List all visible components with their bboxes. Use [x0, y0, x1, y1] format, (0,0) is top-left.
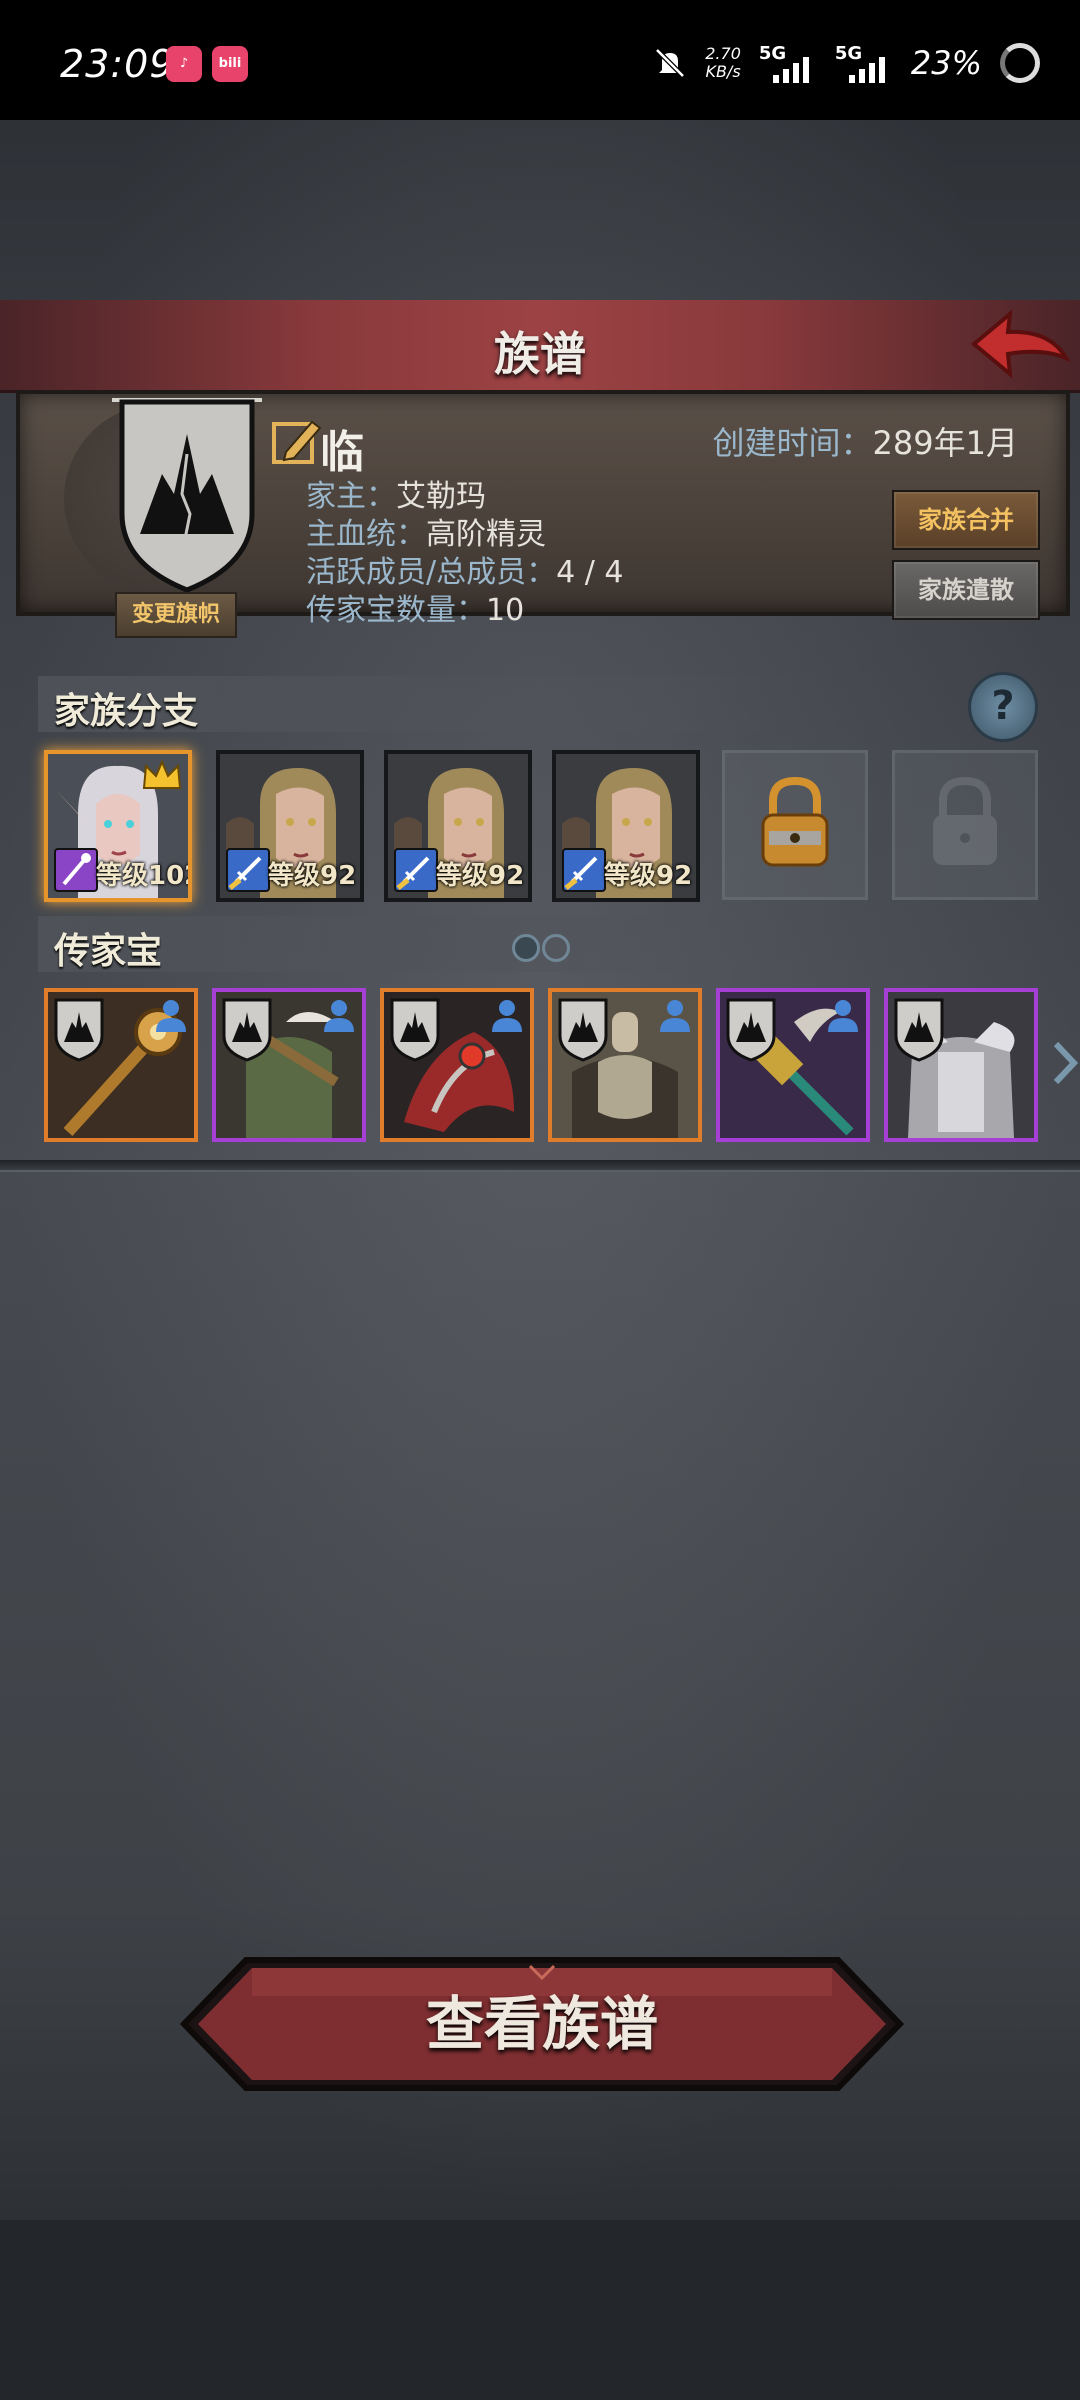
member-level: 等级92 — [604, 861, 693, 891]
family-shield-icon — [222, 998, 272, 1062]
equipped-person-icon — [828, 1000, 858, 1032]
bottom-frame — [0, 2220, 1080, 2400]
member-level: 等级92 — [268, 861, 357, 891]
member-slot[interactable]: 等级92 — [552, 750, 700, 902]
branches-title: 家族分支 — [54, 691, 199, 732]
view-family-tree-button[interactable] — [180, 1956, 904, 2092]
battery-ring-icon — [1000, 43, 1040, 83]
grey-lock-icon — [933, 776, 997, 865]
staff-class-icon — [54, 848, 98, 892]
family-merge-button[interactable]: 家族合并 — [892, 490, 1040, 550]
equipped-person-icon — [156, 1000, 186, 1032]
member-level: 等级102 — [96, 861, 192, 891]
family-shield-icon — [54, 998, 104, 1062]
signal-sim2: 5G — [835, 43, 893, 83]
signal-bars-icon — [848, 57, 885, 83]
locked-slot[interactable] — [892, 750, 1038, 900]
member-slot[interactable]: 等级92 — [384, 750, 532, 902]
edit-name-icon[interactable] — [268, 414, 324, 470]
signal-sim1: 5G — [759, 43, 817, 83]
bilibili-app-icon: bili — [212, 46, 248, 82]
heirloom-hammer[interactable] — [716, 988, 870, 1142]
sword-class-icon — [562, 848, 606, 892]
family-name: 临 — [320, 427, 364, 478]
back-arrow-icon[interactable] — [970, 308, 1070, 384]
status-bar: 23:09 ♪ bili 2.70 KB/s 5G 5G 23% — [0, 0, 1080, 120]
heirloom-cloak[interactable] — [212, 988, 366, 1142]
equipped-person-icon — [492, 1000, 522, 1032]
family-head-line: 家主：艾勒玛 — [306, 479, 486, 514]
family-shield-icon — [726, 998, 776, 1062]
member-slot-leader[interactable]: 等级102 — [44, 750, 192, 902]
section-divider — [0, 1160, 1080, 1172]
heirloom-plate-armor[interactable] — [884, 988, 1038, 1142]
family-details: 家主：艾勒玛 主血统：高阶精灵 活跃成员/总成员：4 / 4 传家宝数量：10 — [306, 478, 623, 630]
crown-icon — [142, 760, 182, 789]
equipped-person-icon — [660, 1000, 690, 1032]
page-dot-active[interactable] — [512, 934, 540, 962]
member-slot[interactable]: 等级92 — [216, 750, 364, 902]
locked-slot-unlockable[interactable] — [722, 750, 868, 900]
family-shield-icon — [390, 998, 440, 1062]
family-disband-button[interactable]: 家族遣散 — [892, 560, 1040, 620]
heirloom-count-line: 传家宝数量：10 — [306, 593, 525, 628]
sword-class-icon — [226, 848, 270, 892]
chevron-right-icon[interactable] — [1052, 1040, 1078, 1086]
heirlooms-title: 传家宝 — [54, 931, 163, 972]
member-level: 等级92 — [436, 861, 525, 891]
battery-percent: 23% — [910, 44, 982, 82]
create-time: 创建时间：289年1月 — [712, 424, 1018, 462]
gold-lock-icon — [761, 776, 829, 867]
members-line: 活跃成员/总成员：4 / 4 — [306, 555, 624, 590]
family-banner-shield-icon[interactable] — [102, 394, 272, 594]
family-info-panel: 变更旗帜 临 创建时间：289年1月 家主：艾勒玛 主血统：高阶精灵 活跃成员/… — [16, 390, 1070, 638]
page-dot[interactable] — [542, 934, 570, 962]
heirloom-armor[interactable] — [548, 988, 702, 1142]
network-speed: 2.70 KB/s — [705, 44, 741, 81]
change-banner-button[interactable]: 变更旗帜 — [115, 592, 237, 638]
branches-header: 家族分支 — [38, 676, 798, 732]
family-shield-icon — [894, 998, 944, 1062]
help-button[interactable]: ? — [968, 672, 1038, 742]
title-banner: 族谱 — [0, 300, 1080, 393]
equipped-person-icon — [324, 1000, 354, 1032]
heirloom-staff[interactable] — [44, 988, 198, 1142]
signal-bars-icon — [772, 57, 809, 83]
sword-class-icon — [394, 848, 438, 892]
bloodline-line: 主血统：高阶精灵 — [306, 517, 546, 552]
music-app-icon: ♪ — [166, 46, 202, 82]
mute-bell-icon — [655, 48, 686, 78]
heirloom-axe[interactable] — [380, 988, 534, 1142]
heirlooms-header: 传家宝 — [38, 916, 798, 972]
family-shield-icon — [558, 998, 608, 1062]
page-title: 族谱 — [494, 327, 586, 381]
clock: 23:09 — [60, 42, 175, 86]
